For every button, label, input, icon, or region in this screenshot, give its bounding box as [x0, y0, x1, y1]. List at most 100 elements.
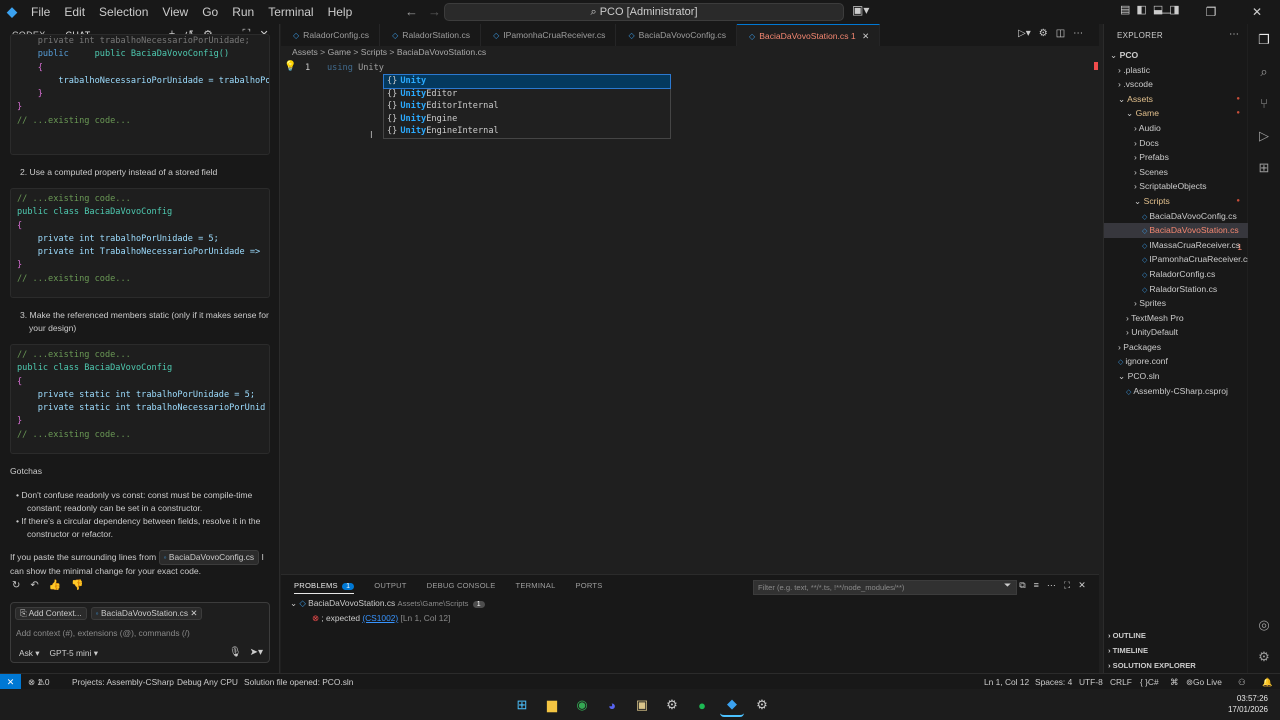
copilot-icon[interactable]: ⚇ — [1238, 674, 1246, 690]
remove-context-icon[interactable]: ✕ — [190, 608, 197, 618]
suggestion-item[interactable]: {} UnityEditorInternal — [384, 100, 670, 113]
back-arrow-icon[interactable]: ← — [405, 4, 418, 19]
copilot-icon[interactable]: ▣▾ — [852, 3, 869, 17]
tree-folder-item[interactable]: ⌄ Game ● — [1104, 106, 1248, 121]
tab-debug-console[interactable]: DEBUG CONSOLE — [427, 581, 496, 594]
outline-section[interactable]: › OUTLINE — [1108, 631, 1146, 640]
tree-folder-item[interactable]: › TextMesh Pro — [1104, 311, 1248, 326]
steam-icon[interactable]: ⚙ — [750, 693, 774, 717]
collapse-all-icon[interactable]: ⧉ — [1019, 580, 1025, 591]
tree-folder-item[interactable]: ⌄ Assets ● — [1104, 92, 1248, 107]
suggestion-item[interactable]: {} Unity — [383, 74, 671, 89]
spotify-icon[interactable]: ● — [690, 693, 714, 717]
cursor-position-status[interactable]: Ln 1, Col 12 — [984, 674, 1029, 690]
tree-folder-item[interactable]: › ScriptableObjects — [1104, 179, 1248, 194]
tab-baciadavovostation[interactable]: ◇ BaciaDaVovoStation.cs 1 ✕ — [737, 24, 881, 46]
copilot-status-icon[interactable]: ⌘ — [1170, 674, 1178, 690]
tree-file-item[interactable]: ◇ BaciaDaVovoConfig.cs — [1104, 209, 1248, 224]
tree-folder-item[interactable]: ⌄ PCO.sln — [1104, 369, 1248, 384]
menu-file[interactable]: File — [24, 0, 57, 24]
tab-ipamonhacruareceiver[interactable]: ◇ IPamonhaCruaReceiver.cs — [481, 24, 617, 46]
close-panel-icon[interactable]: ✕ — [1078, 580, 1086, 591]
search-icon[interactable]: ⌕ — [1248, 56, 1280, 88]
windows-start-icon[interactable]: ⊞ — [510, 693, 534, 717]
indentation-status[interactable]: Spaces: 4 — [1035, 674, 1072, 690]
maximize-panel-icon[interactable]: ⛶ — [1064, 580, 1070, 591]
project-status[interactable]: Projects: Assembly-CSharp — [72, 674, 174, 690]
settings-gear-icon[interactable]: ⚙ — [1039, 28, 1048, 39]
menu-help[interactable]: Help — [321, 0, 360, 24]
chrome-icon[interactable]: ◉ — [570, 693, 594, 717]
discord-icon[interactable]: ◕ — [600, 693, 624, 717]
tree-folder-item[interactable]: › UnityDefault — [1104, 325, 1248, 340]
mode-picker[interactable]: Ask ▾ — [19, 648, 40, 658]
eol-status[interactable]: CRLF — [1110, 674, 1132, 690]
minimize-icon[interactable]: — — [1142, 0, 1188, 24]
context-file-chip[interactable]: ◦ BaciaDaVovoStation.cs ✕ — [90, 607, 203, 620]
tree-folder-item[interactable]: › .plastic — [1104, 63, 1248, 78]
accounts-icon[interactable]: ◎ — [1248, 609, 1280, 641]
tab-problems[interactable]: PROBLEMS 1 — [294, 581, 355, 594]
close-window-icon[interactable]: ✕ — [1234, 0, 1280, 24]
source-control-icon[interactable]: ⑂ — [1248, 88, 1280, 120]
tree-folder-item[interactable]: › Scenes — [1104, 165, 1248, 180]
tree-folder-item[interactable]: ◇ ignore.conf — [1104, 354, 1248, 369]
tree-folder-item[interactable]: › Prefabs — [1104, 150, 1248, 165]
tree-file-item[interactable]: ◇ RaladorStation.cs — [1104, 282, 1248, 297]
file-explorer-icon[interactable]: ▆ — [540, 693, 564, 717]
tree-file-item[interactable]: ◇ BaciaDaVovoStation.cs 1 — [1104, 223, 1248, 252]
extensions-icon[interactable]: ⊞ — [1248, 152, 1280, 184]
problems-filter-input[interactable]: Filter (e.g. text, **/*.ts, !**/node_mod… — [753, 580, 1017, 595]
view-as-list-icon[interactable]: ≡ — [1034, 580, 1039, 591]
remote-indicator-icon[interactable]: ✕ — [0, 674, 21, 690]
encoding-status[interactable]: UTF-8 — [1079, 674, 1103, 690]
filter-icon[interactable]: ⏷ — [1004, 580, 1011, 591]
add-context-button[interactable]: ⎘ Add Context... — [15, 607, 87, 620]
run-debug-icon[interactable]: ▷ — [1248, 120, 1280, 152]
suggestion-item[interactable]: {} UnityEngine — [384, 113, 670, 126]
suggestion-item[interactable]: {} UnityEditor — [384, 88, 670, 101]
timeline-section[interactable]: › TIMELINE — [1108, 646, 1148, 655]
menu-selection[interactable]: Selection — [92, 0, 155, 24]
run-icon[interactable]: ▷▾ — [1018, 28, 1031, 39]
code-line-1[interactable]: using Unity — [327, 63, 384, 73]
explorer-files-icon[interactable]: ❐ — [1248, 24, 1280, 56]
app-icon[interactable]: ▣ — [630, 693, 654, 717]
tab-ports[interactable]: PORTS — [576, 581, 603, 594]
thumbs-down-icon[interactable]: 👎 — [71, 580, 83, 591]
tab-baciadavovoconfig[interactable]: ◇ BaciaDaVovoConfig.cs — [616, 24, 738, 46]
close-tab-icon[interactable]: ✕ — [862, 31, 869, 41]
chat-input[interactable]: Add context (#), extensions (@), command… — [16, 628, 190, 638]
system-clock[interactable]: 03:57:26 17/01/2026 — [1228, 693, 1268, 715]
problem-file-row[interactable]: ⌄ ◇ BaciaDaVovoStation.cs Assets\Game\Sc… — [290, 598, 485, 608]
tree-folder-item[interactable]: › .vscode — [1104, 77, 1248, 92]
send-icon[interactable]: ➤▾ — [250, 647, 263, 658]
language-status[interactable]: { } C# — [1140, 674, 1159, 690]
problems-status[interactable]: ⊗ 1 ⚠ 0 — [28, 674, 50, 690]
tree-folder-item[interactable]: ⌄ PCO — [1104, 48, 1248, 63]
settings-gear-icon[interactable]: ⚙ — [660, 693, 684, 717]
maximize-icon[interactable]: ❐ — [1188, 0, 1234, 24]
tab-terminal[interactable]: TERMINAL — [516, 581, 556, 594]
model-picker[interactable]: GPT-5 mini ▾ — [50, 648, 98, 658]
tree-file-item[interactable]: ◇ RaladorConfig.cs — [1104, 267, 1248, 282]
breadcrumb[interactable]: Assets > Game > Scripts > BaciaDaVovoSta… — [292, 47, 486, 57]
menu-run[interactable]: Run — [225, 0, 261, 24]
lightbulb-icon[interactable]: 💡 — [284, 61, 296, 72]
tab-raladorstation[interactable]: ◇ RaladorStation.cs — [380, 24, 482, 46]
layout-customize-icon[interactable]: ▤ — [1120, 3, 1130, 16]
problem-row[interactable]: ⊗ ; expected (CS1002) [Ln 1, Col 12] — [312, 613, 450, 623]
menu-edit[interactable]: Edit — [57, 0, 92, 24]
suggestion-item[interactable]: {} UnityEngineInternal — [384, 125, 670, 138]
split-editor-icon[interactable]: ◫ — [1056, 28, 1065, 39]
menu-go[interactable]: Go — [195, 0, 225, 24]
tree-file-item[interactable]: ◇ IMassaCruaReceiver.cs — [1104, 238, 1248, 253]
tree-folder-item[interactable]: ⌄ Scripts ● — [1104, 194, 1248, 209]
thumbs-up-icon[interactable]: 👍 — [49, 580, 61, 591]
microphone-icon[interactable]: 🎙 — [229, 647, 242, 658]
tree-folder-item[interactable]: › Docs — [1104, 136, 1248, 151]
tree-folder-item[interactable]: › Packages — [1104, 340, 1248, 355]
retry-icon[interactable]: ↻ — [12, 580, 20, 591]
more-actions-icon[interactable]: ⋯ — [1047, 580, 1056, 591]
vscode-icon[interactable]: ◆ — [720, 693, 744, 717]
